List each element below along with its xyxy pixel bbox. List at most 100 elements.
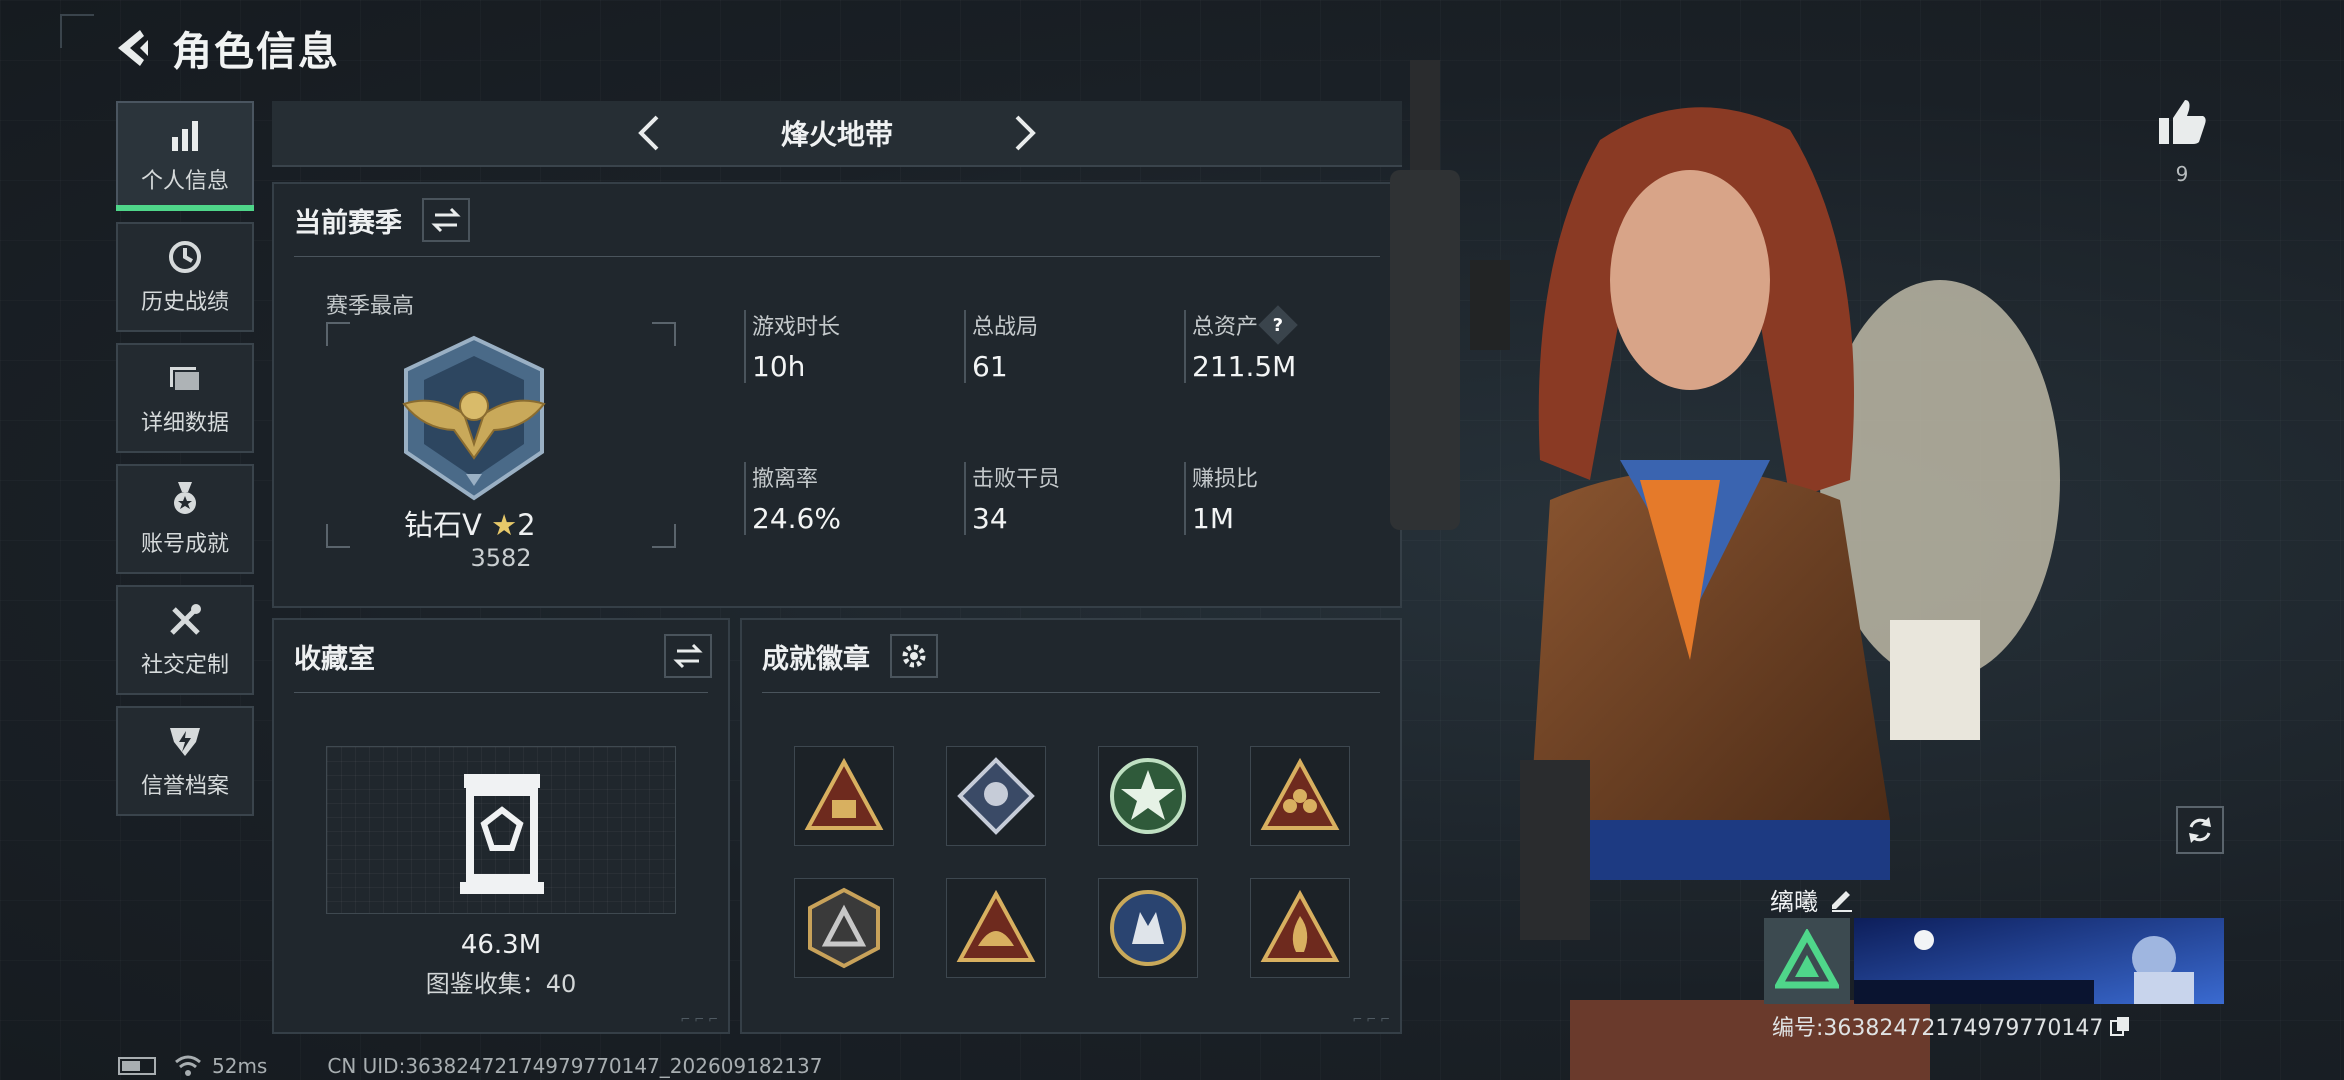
sidebar-item-details[interactable]: 详细数据 [116,343,254,453]
badges-panel: 成就徽章 ⌐ ⌐ ⌐ [740,618,1402,1034]
swap-icon [431,207,461,233]
stat-value: 211.5M [1192,350,1297,383]
badge-slot[interactable] [794,878,894,978]
stat-play-time: 游戏时长 10h [744,310,840,383]
badge-slot[interactable] [946,878,1046,978]
back-arrow-icon[interactable] [110,26,154,70]
sidebar-item-achievements[interactable]: 账号成就 [116,464,254,574]
diamond-drone-badge-icon [957,757,1035,835]
folder-icon [170,367,201,392]
badge-slot[interactable] [794,746,894,846]
rank-points: 3582 [470,544,532,572]
sidebar-item-label: 账号成就 [140,532,229,557]
sidebar-item-label: 社交定制 [140,653,229,678]
badge-slot[interactable] [1250,878,1350,978]
sidebar-item-credit[interactable]: 信誉档案 [116,706,254,816]
badge-grid [794,746,1350,978]
chevron-right-icon[interactable] [1003,113,1043,153]
help-icon[interactable]: ? [1258,305,1298,345]
wifi-icon [175,1055,201,1076]
sidebar-item-social[interactable]: 社交定制 [116,585,254,695]
corner-decoration [60,14,94,48]
battery-icon [118,1057,156,1075]
gear-icon [902,644,926,668]
triangle-flame-badge-icon [1260,889,1340,962]
triangle-helmet-badge-icon [956,889,1036,962]
triangle-crate-badge-icon [804,757,884,830]
collection-title: 收藏室 [294,643,375,675]
vault-icon [460,774,544,894]
green-star-badge-icon [1110,758,1186,834]
rank-stars: 2 [517,508,536,542]
mode-selector: 烽火地带 [272,101,1402,167]
sidebar-item-label: 历史战绩 [140,290,229,315]
panel-corner-decoration: ⌐ ⌐ ⌐ [680,1012,718,1026]
season-panel: 当前赛季 赛季最高 钻石Ⅴ ★2 3582 游戏时长 10h 总战局 61 总资… [272,182,1402,608]
copy-icon[interactable] [2109,1015,2131,1037]
rank-name: 钻石Ⅴ ★2 [404,502,536,544]
like-count: 9 [2175,162,2189,186]
status-bar: 52ms CN UID:36382472174979770147_2026091… [118,1054,823,1078]
triangle-squad-badge-icon [1260,757,1340,830]
badge-slot[interactable] [946,746,1046,846]
hex-triangle-badge-icon [808,887,880,969]
stat-label: 总战局 [972,315,1039,340]
stat-value: 34 [972,502,1008,535]
mode-title: 烽火地带 [780,118,893,151]
medal-icon [174,482,196,514]
collection-panel[interactable]: 收藏室 46.3M 图鉴收集：40 ⌐ ⌐ ⌐ [272,618,730,1034]
season-title: 当前赛季 [294,207,402,239]
sidebar-item-label: 详细数据 [140,411,229,436]
stat-label: 游戏时长 [752,315,841,340]
season-best-label: 赛季最高 [326,294,415,319]
badges-title: 成就徽章 [762,643,870,675]
stat-total-matches: 总战局 61 [964,310,1038,383]
collection-value: 46.3M [460,930,542,960]
player-name-row: 缡曦 [1770,882,1854,917]
player-id: 编号:3638247217497977014​7 [1772,1016,2104,1041]
badges-settings-button[interactable] [890,634,938,678]
refresh-icon [2189,817,2211,843]
stat-operators-defeated: 击败干员 34 [964,462,1060,535]
season-switch-button[interactable] [422,198,470,242]
rotate-model-button[interactable] [2176,806,2224,854]
edit-pencil-icon[interactable] [1828,887,1854,913]
collection-switch-button[interactable] [664,634,712,678]
stat-profit-loss-ratio: 赚损比 1M [1184,462,1258,535]
stat-value: 24.6% [752,502,841,535]
chevron-left-icon[interactable] [631,113,671,153]
like-counter[interactable]: 9 [2154,96,2210,186]
stat-extraction-rate: 撤离率 24.6% [744,462,841,535]
divider [762,692,1380,693]
tools-icon [170,604,201,635]
divider [294,692,708,693]
stat-value: 10h [752,350,806,383]
stat-total-assets: 总资产 ? 211.5M [1184,305,1298,383]
player-card[interactable] [1764,918,2224,1004]
stat-label: 击败干员 [972,467,1061,492]
sidebar-item-label: 个人信息 [140,169,229,194]
swap-icon [673,643,703,669]
diamond-rank-emblem-icon [402,335,546,501]
night-sky-banner [1854,918,2224,1004]
badge-slot[interactable] [1250,746,1350,846]
sidebar-item-history[interactable]: 历史战绩 [116,222,254,332]
rank-tier: 钻石Ⅴ [404,508,482,542]
page-title: 角色信息 [172,29,340,75]
stat-value: 1M [1192,502,1234,535]
collection-count: 图鉴收集：40 [425,970,577,998]
round-wolf-badge-icon [1110,890,1186,966]
badge-slot[interactable] [1098,746,1198,846]
stat-label: 赚损比 [1192,467,1259,492]
player-id-row: 编号:3638247217497977014​7 [1772,1010,2131,1042]
stat-label: 撤离率 [752,467,819,492]
sidebar-item-label: 信誉档案 [140,774,229,799]
star-icon: ★ [491,508,518,542]
bar-chart-icon [172,121,198,151]
shield-bolt-icon [170,728,200,756]
badge-slot[interactable] [1098,878,1198,978]
player-emblem [1764,918,1850,1004]
thumbs-up-icon [2159,100,2206,144]
divider [294,256,1380,257]
sidebar-item-personal-info[interactable]: 个人信息 [116,101,254,211]
